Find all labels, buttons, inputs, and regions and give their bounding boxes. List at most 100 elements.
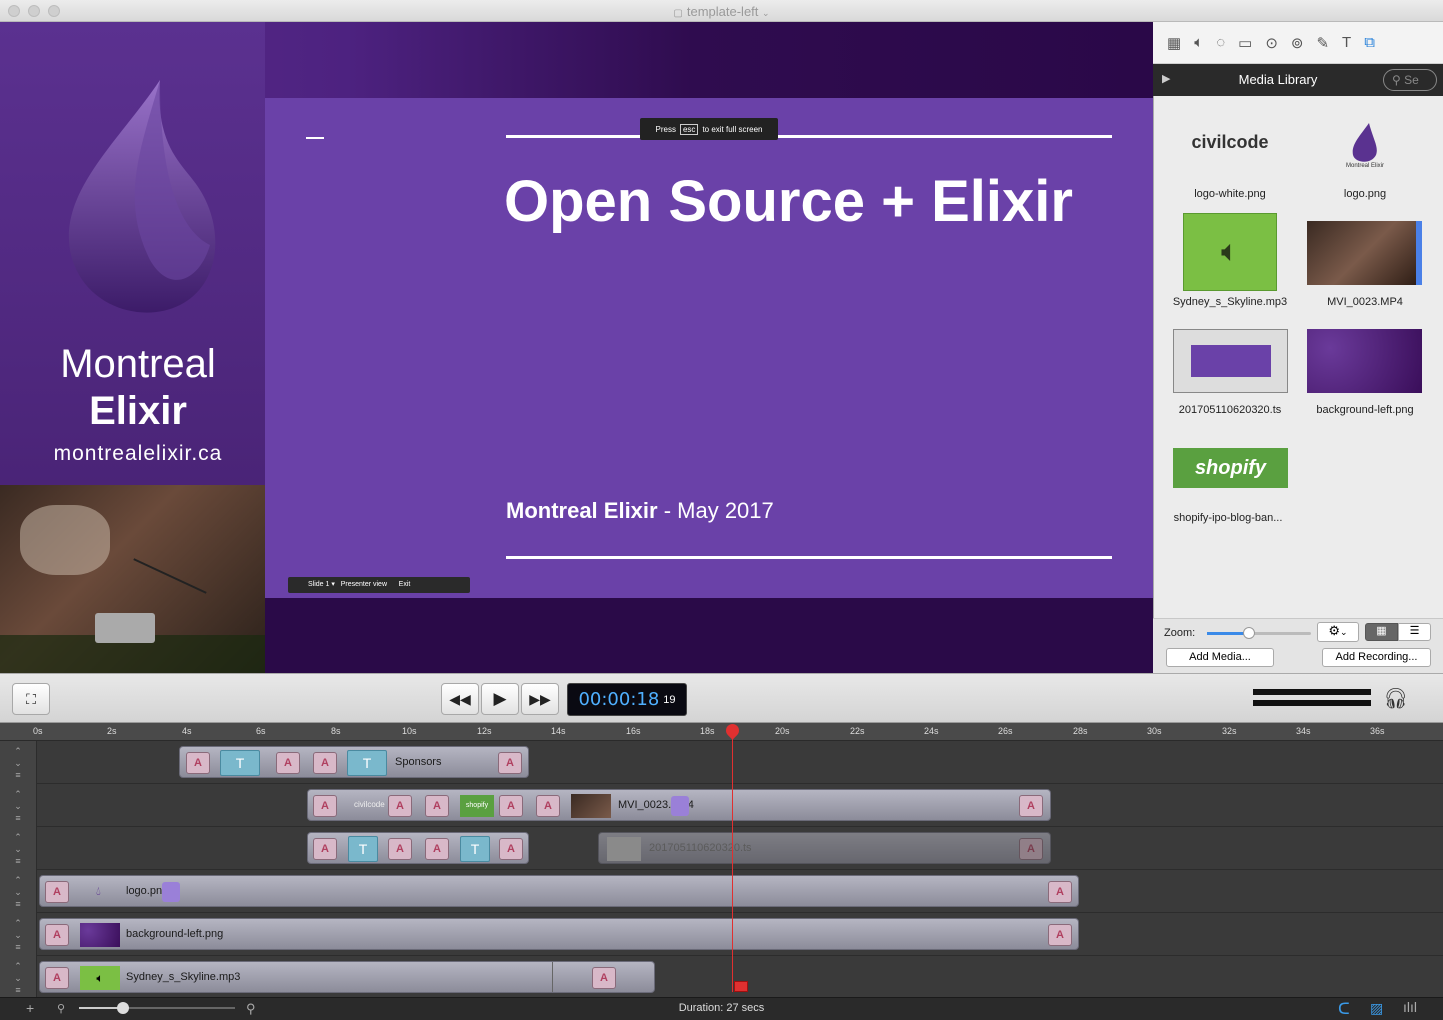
timeline-clip[interactable]: A 💧︎ logo.png A (39, 875, 1079, 907)
list-view-button[interactable]: ☰ (1398, 623, 1431, 641)
title-bar: ▢ template-left ⌄ (0, 0, 1443, 22)
animation-marker[interactable]: A (186, 752, 210, 774)
screen-icon[interactable]: ▭ (1238, 34, 1252, 52)
status-bar: + ⚲ ⚲ Duration: 27 secs ᑕ ▨ ılıl (0, 997, 1443, 1020)
animation-marker[interactable]: A (498, 752, 522, 774)
rewind-icon: ◀◀ (449, 690, 471, 707)
presentation-toolbar[interactable]: Slide 1 ▾ Presenter view Exit (288, 577, 470, 593)
library-search-input[interactable]: ⚲ Se (1383, 69, 1437, 91)
timeline-clip[interactable]: A 🔈︎ Sydney_s_Skyline.mp3 A (39, 961, 655, 993)
thumb-logo-white[interactable]: civilcode (1172, 118, 1288, 166)
animation-marker[interactable]: A (425, 795, 449, 817)
track-1: ⌃ ⌄ ≡ A T A A T Sponsors A (0, 741, 1443, 784)
audio-icon[interactable]: 🔈︎ (1194, 34, 1203, 52)
animation-marker[interactable]: A (388, 838, 412, 860)
window-title[interactable]: ▢ template-left ⌄ (0, 4, 1443, 19)
crop-button[interactable]: ⛶ (12, 683, 50, 715)
fast-forward-icon: ▶▶ (529, 690, 551, 707)
add-media-button[interactable]: Add Media... (1166, 648, 1274, 667)
slide: Press esc to exit full screen Open Sourc… (265, 98, 1153, 598)
add-recording-button[interactable]: Add Recording... (1322, 648, 1431, 667)
media-label: logo-white.png (1194, 188, 1266, 200)
track-handle[interactable]: ⌃ ⌄ ≡ (0, 913, 37, 956)
magnet-icon[interactable]: ᑕ (1338, 999, 1350, 1019)
play-icon: ▶ (493, 689, 507, 708)
annotation-icon[interactable]: ✎ (1316, 34, 1329, 52)
chevron-down-icon: ⌄ (762, 8, 770, 18)
track-handle[interactable]: ⌃ ⌄ ≡ (0, 741, 37, 784)
animation-marker[interactable]: A (45, 881, 69, 903)
zoom-slider[interactable] (1207, 627, 1311, 639)
settings-menu-button[interactable]: ⚙⌄ (1317, 622, 1359, 642)
search-icon: ⚲ (1392, 73, 1401, 87)
brand-line1: Montreal (60, 342, 216, 386)
grid-icon: ▦ (1376, 625, 1387, 637)
cursor-icon[interactable]: ⊙ (1265, 34, 1278, 52)
transition-icon[interactable]: ◌ (1216, 34, 1225, 52)
animation-marker[interactable]: A (1048, 924, 1072, 946)
timeline-ruler[interactable]: 0s 2s 4s 6s 8s 10s 12s 14s 16s 18s 20s 2… (0, 723, 1443, 741)
media-label: Sydney_s_Skyline.mp3 (1172, 296, 1288, 308)
track-handle[interactable]: ⌃ ⌄ ≡ (0, 956, 37, 999)
animation-marker[interactable]: A (1048, 881, 1072, 903)
grid-view-button[interactable]: ▦ (1365, 623, 1398, 641)
track-5: ⌃ ⌄ ≡ A background-left.png A (0, 913, 1443, 956)
fast-forward-button[interactable]: ▶▶ (521, 683, 559, 715)
cursor-effect-marker[interactable] (671, 796, 689, 816)
track-6: ⌃ ⌄ ≡ A 🔈︎ Sydney_s_Skyline.mp3 A (0, 956, 1443, 999)
track-handle[interactable]: ⌃ ⌄ ≡ (0, 827, 37, 870)
text-clip-icon: T (348, 836, 378, 862)
document-icon: ▢ (673, 8, 683, 19)
animation-marker[interactable]: A (45, 967, 69, 989)
animation-marker[interactable]: A (1019, 795, 1043, 817)
rewind-button[interactable]: ◀◀ (441, 683, 479, 715)
camera-feed (0, 485, 265, 673)
thumb-recording[interactable] (1173, 329, 1288, 393)
cursor-effect-marker[interactable] (162, 882, 180, 902)
playhead-bottom-handle[interactable] (734, 981, 748, 992)
video-icon[interactable]: ▦ (1167, 34, 1181, 52)
track-handle[interactable]: ⌃ ⌄ ≡ (0, 870, 37, 913)
animation-marker[interactable]: A (45, 924, 69, 946)
animation-marker[interactable]: A (1019, 838, 1043, 860)
zoom-slider-thumb[interactable] (1243, 627, 1255, 639)
animation-marker[interactable]: A (313, 795, 337, 817)
audio-split-marker (552, 962, 553, 992)
slide-bottom-rule (506, 556, 1112, 559)
slide-bottom-band (265, 598, 1153, 673)
timeline-clip[interactable]: A background-left.png A (39, 918, 1079, 950)
track-handle[interactable]: ⌃ ⌄ ≡ (0, 784, 37, 827)
crop-icon: ⛶ (26, 690, 36, 707)
thumb-background[interactable] (1307, 329, 1422, 393)
animation-marker[interactable]: A (276, 752, 300, 774)
thumb-logo[interactable]: Montreal Elixir (1330, 112, 1400, 180)
animation-marker[interactable]: A (313, 752, 337, 774)
timeline-clip-disabled[interactable]: 201705110620320.ts A (598, 832, 1051, 864)
media-label: shopify-ipo-blog-ban... (1173, 512, 1283, 524)
waveform-icon[interactable]: ılıl (1403, 999, 1417, 1015)
media-library-icon[interactable]: ⧉ (1364, 34, 1375, 52)
image-icon[interactable]: ▨ (1370, 1000, 1383, 1017)
animation-marker[interactable]: A (499, 795, 523, 817)
library-header: ▶ Media Library ⚲ Se (1153, 64, 1443, 96)
animation-marker[interactable]: A (425, 838, 449, 860)
animation-marker[interactable]: A (592, 967, 616, 989)
play-button[interactable]: ▶ (481, 683, 519, 715)
media-label: logo.png (1343, 188, 1387, 200)
animation-marker[interactable]: A (536, 795, 560, 817)
elixir-drop-icon: 💧︎ (96, 884, 101, 898)
text-icon[interactable]: T (1342, 34, 1351, 52)
headphones-icon[interactable]: 🎧︎ (1383, 686, 1408, 711)
timeline-clip[interactable]: A T A A T A (307, 832, 529, 864)
timeline-clip[interactable]: A T A A T Sponsors A (179, 746, 529, 778)
effects-icon[interactable]: ⊚ (1291, 34, 1304, 52)
thumb-shopify[interactable]: shopify (1173, 448, 1288, 488)
slide-title: Open Source + Elixir (504, 169, 1073, 234)
playhead-line (732, 728, 733, 992)
thumb-video[interactable] (1307, 221, 1422, 285)
thumb-audio[interactable]: 🔈︎ (1183, 213, 1277, 291)
timeline-clip[interactable]: A civilcode A A shopify A A MVI_0023.MP4… (307, 789, 1051, 821)
animation-marker[interactable]: A (313, 838, 337, 860)
animation-marker[interactable]: A (499, 838, 523, 860)
animation-marker[interactable]: A (388, 795, 412, 817)
